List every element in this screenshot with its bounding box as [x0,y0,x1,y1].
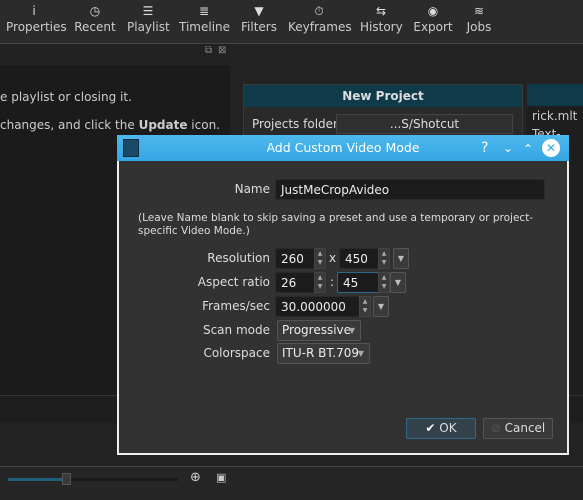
toolbar-jobs[interactable]: ≋ Jobs [464,2,494,34]
maximize-icon[interactable]: ⌃ [523,136,533,162]
toolbar-export[interactable]: ◉ Export [413,2,453,34]
fps-input[interactable]: 30.000000 [275,296,371,317]
height-spinner[interactable]: ▲ ▼ [378,248,390,269]
toolbar-timeline[interactable]: ≣ Timeline [179,2,231,34]
stopwatch-icon: ⏱ [314,4,324,18]
width-spinner[interactable]: ▲ ▼ [314,248,326,269]
scan-mode-label: Scan mode [202,323,270,337]
toolbar-keyframes[interactable]: ⏱ Keyframes [288,2,352,34]
toolbar-label: History [360,20,403,34]
toolbar-filters[interactable]: ▼ Filters [240,2,278,34]
toolbar-label: Jobs [466,20,492,34]
fps-dropdown[interactable]: ▼ [373,296,389,317]
aspect-separator: : [330,275,335,289]
toolbar-label: Timeline [179,20,231,34]
fps-spinner[interactable]: ▲ ▼ [359,296,371,317]
projects-folder-button[interactable]: ...S/Shotcut [336,114,513,134]
toolbar-properties[interactable]: i Properties [6,2,67,34]
toolbar-label: Recent [74,20,116,34]
resolution-separator: x [329,251,337,265]
zoom-fit-icon[interactable]: ▣ [216,471,226,484]
zoom-slider[interactable] [8,478,178,481]
check-icon: ✔ [425,421,436,435]
aspect-ratio-label: Aspect ratio [197,275,270,289]
resolution-dropdown[interactable]: ▼ [393,248,409,269]
resolution-label: Resolution [207,251,270,265]
history-icon: ⇆ [375,4,387,18]
filter-icon: ▼ [254,4,264,18]
toolbar-label: Keyframes [288,20,352,34]
help-icon[interactable]: ? [481,135,488,161]
float-icon[interactable]: ⧉ [205,45,212,56]
info-icon: i [32,4,36,18]
dialog-titlebar: Add Custom Video Mode ? ⌄ ⌃ ✕ [117,135,569,161]
toolbar-label: Playlist [127,20,170,34]
cancel-icon: ⊘ [490,421,501,435]
zoom-in-icon[interactable]: ⊕ [190,470,201,485]
aspect-dropdown[interactable]: ▼ [390,272,406,293]
toolbar-label: Export [413,20,453,34]
left-panel-text-2: changes, and click the Update icon. [0,118,220,132]
new-project-title: New Project [244,85,522,107]
aspect-num-spinner[interactable]: ▲ ▼ [314,272,326,293]
dialog-title: Add Custom Video Mode [266,140,420,155]
disc-icon: ◉ [427,4,439,18]
name-label: Name [234,182,270,196]
toolbar-playlist[interactable]: ☰ Playlist [127,2,170,34]
zoom-slider-fill [8,478,68,481]
name-input[interactable]: JustMeCropAvideo [275,179,545,200]
close-panel-icon[interactable]: ⊠ [218,45,226,56]
clock-icon: ◷ [89,4,101,18]
app-icon [123,139,139,157]
aspect-den-spinner[interactable]: ▲ ▼ [378,272,390,293]
toolbar-label: Properties [6,20,67,34]
name-note: (Leave Name blank to skip saving a prese… [138,212,534,237]
minimize-icon[interactable]: ⌄ [503,135,513,161]
ok-label: OK [439,421,457,435]
scan-mode-select[interactable]: Progressive ▼ [277,320,361,341]
colorspace-select[interactable]: ITU-R BT.709 ▼ [277,343,370,364]
colorspace-value: ITU-R BT.709 [282,346,359,360]
timeline-icon: ≣ [198,4,210,18]
cancel-label: Cancel [504,421,546,435]
fps-label: Frames/sec [202,299,270,313]
close-icon[interactable]: ✕ [542,139,560,157]
scan-mode-value: Progressive [282,323,352,337]
toolbar-recent[interactable]: ◷ Recent [74,2,116,34]
chevron-down-icon: ▼ [348,326,355,335]
cancel-button[interactable]: ⊘ Cancel [483,418,553,439]
chevron-down-icon: ▼ [357,349,364,358]
projects-folder-label: Projects folder [252,117,338,131]
ok-button[interactable]: ✔ OK [406,418,476,439]
database-icon: ≋ [473,4,485,18]
timeline-toolbar: ⊕ ▣ [0,466,583,500]
left-panel-header: ⧉ ⊠ [0,45,230,65]
toolbar-history[interactable]: ⇆ History [360,2,403,34]
list-icon: ☰ [142,4,154,18]
main-toolbar: i Properties ◷ Recent ☰ Playlist ≣ Timeline … [0,0,583,44]
recent-project-item[interactable]: rick.mlt [532,108,582,126]
colorspace-label: Colorspace [203,346,270,360]
left-panel-text-1: e playlist or closing it. [0,90,132,104]
toolbar-label: Filters [241,20,277,34]
zoom-slider-handle[interactable] [62,473,71,485]
